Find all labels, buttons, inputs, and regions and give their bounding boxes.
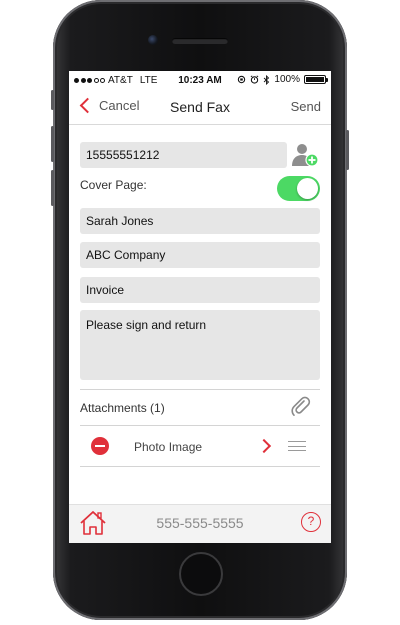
- support-phone-number[interactable]: 555-555-5555: [69, 515, 331, 531]
- recipient-name-field[interactable]: Sarah Jones: [80, 208, 320, 234]
- rotation-lock-icon: [238, 75, 246, 84]
- phone-home-button[interactable]: [179, 552, 223, 596]
- attachments-label: Attachments (1): [80, 401, 165, 415]
- drag-handle-icon[interactable]: [288, 441, 306, 451]
- help-icon[interactable]: ?: [301, 512, 321, 532]
- toggle-knob: [297, 178, 318, 199]
- battery-percent: 100%: [274, 74, 300, 85]
- remove-attachment-button[interactable]: [91, 437, 109, 455]
- volume-down-button: [51, 170, 54, 206]
- divider: [80, 425, 320, 426]
- attachment-name: Photo Image: [134, 440, 203, 454]
- battery-icon: [304, 75, 328, 84]
- app-screen: AT&T LTE 10:23 AM 100% Cancel Send Fax S…: [69, 71, 331, 543]
- add-contact-icon[interactable]: [290, 140, 320, 170]
- divider: [80, 466, 320, 467]
- message-field[interactable]: Please sign and return: [80, 310, 320, 380]
- power-button: [346, 130, 349, 170]
- subject-field[interactable]: Invoice: [80, 277, 320, 303]
- earpiece-speaker: [172, 38, 228, 44]
- front-camera: [148, 35, 158, 45]
- cover-page-label: Cover Page:: [80, 178, 147, 192]
- bluetooth-icon: [264, 74, 270, 85]
- volume-up-button: [51, 126, 54, 162]
- status-bar: AT&T LTE 10:23 AM 100%: [69, 71, 331, 89]
- send-button[interactable]: Send: [291, 99, 321, 114]
- company-field[interactable]: ABC Company: [80, 242, 320, 268]
- fax-number-field[interactable]: 15555551212: [80, 142, 287, 168]
- chevron-right-icon[interactable]: [256, 438, 272, 454]
- cover-page-toggle[interactable]: [277, 176, 320, 201]
- footer-bar: 555-555-5555 ?: [69, 504, 331, 543]
- divider: [80, 389, 320, 390]
- mute-switch: [51, 90, 54, 110]
- status-right: 100%: [237, 74, 328, 85]
- paperclip-icon[interactable]: [289, 395, 311, 417]
- alarm-icon: [251, 75, 259, 84]
- navigation-bar: Cancel Send Fax Send: [69, 89, 331, 125]
